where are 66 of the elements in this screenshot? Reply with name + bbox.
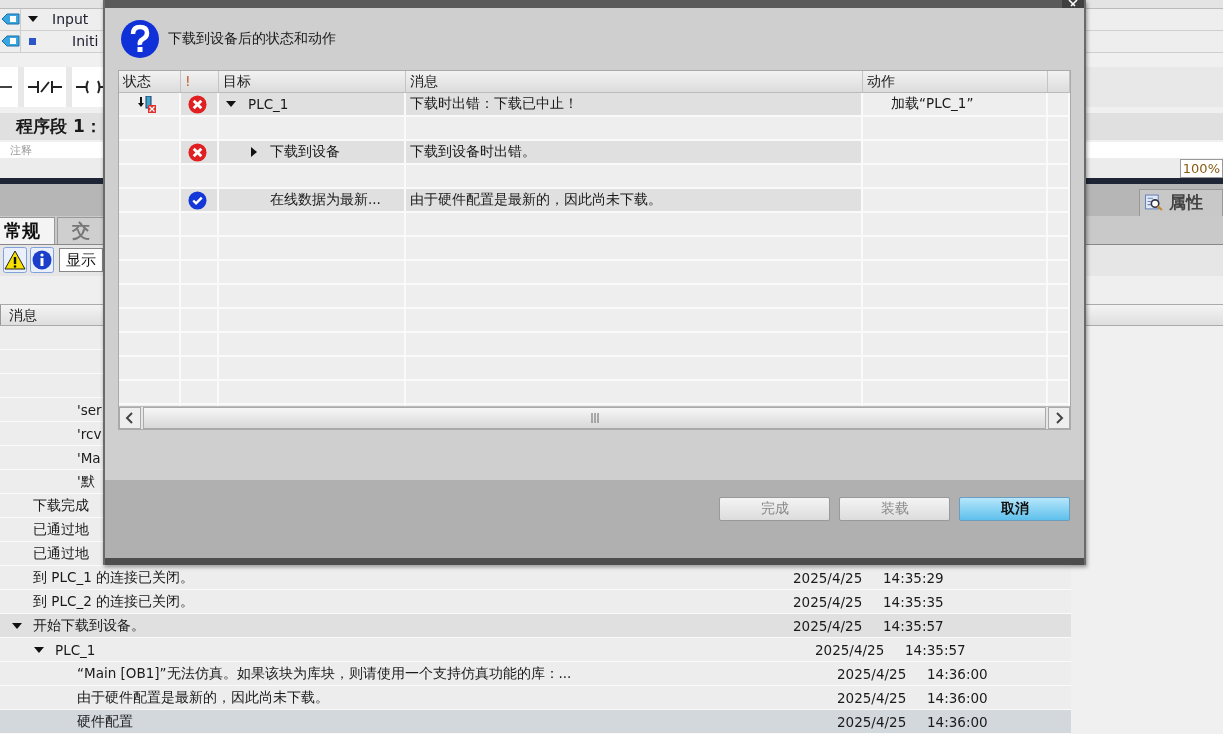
log-message: 硬件配置 <box>77 712 133 731</box>
log-message: 已通过地 <box>33 520 89 539</box>
log-time: 14:36:00 <box>927 689 988 706</box>
log-time: 14:36:00 <box>927 665 988 682</box>
question-icon <box>120 19 160 59</box>
log-time: 14:35:57 <box>883 617 944 634</box>
log-message: 'rcv <box>77 425 102 442</box>
log-time: 14:35:57 <box>905 641 966 658</box>
info-icon[interactable] <box>30 247 54 274</box>
zoom-field[interactable]: 100% <box>1179 159 1223 179</box>
result-message: 下载时出错：下载已中止！ <box>409 95 578 113</box>
log-date: 2025/4/25 <box>793 617 863 634</box>
log-message: 下载完成 <box>33 496 89 515</box>
caret-down-icon[interactable] <box>28 16 38 23</box>
caret-down-icon[interactable] <box>34 646 44 653</box>
column-header[interactable]: 状态 <box>119 71 181 92</box>
log-date: 2025/4/25 <box>793 593 863 610</box>
tag-icon <box>1 34 20 49</box>
log-message: '默 <box>77 472 95 491</box>
log-message: “Main [OB1]”无法仿真。如果该块为库块，则请使用一个支持仿真功能的库：... <box>77 664 572 683</box>
dialog-heading: 下载到设备后的状态和动作 <box>168 30 336 48</box>
log-date: 2025/4/25 <box>837 665 907 682</box>
result-message: 由于硬件配置是最新的，因此尚未下载。 <box>409 191 662 209</box>
tab[interactable]: 常规 <box>0 216 55 244</box>
dialog-button[interactable]: 取消 <box>959 497 1070 521</box>
log-message: 到 PLC_1 的连接已关闭。 <box>33 568 194 587</box>
log-message: 'Ma <box>77 449 101 466</box>
log-row[interactable]: 硬件配置 2025/4/25 14:36:00 <box>0 710 1071 734</box>
log-date: 2025/4/25 <box>837 713 907 730</box>
normally-closed-contact-icon[interactable] <box>28 79 62 94</box>
interface-name: Input <box>52 11 89 28</box>
show-button[interactable]: 显示 <box>59 248 103 273</box>
target-name: 下载到设备 <box>270 143 340 161</box>
column-header[interactable]: 消息 <box>406 71 863 92</box>
magnifier-icon <box>1144 194 1164 212</box>
log-message: 已通过地 <box>33 544 89 563</box>
column-header[interactable]: ! <box>181 71 219 92</box>
log-time: 14:35:35 <box>883 593 944 610</box>
log-row[interactable]: 开始下载到设备。 2025/4/25 14:35:57 <box>0 614 1071 638</box>
action-text[interactable]: 加载“PLC_1” <box>863 95 974 113</box>
scroll-right-icon[interactable] <box>1048 407 1070 429</box>
log-time: 14:35:29 <box>883 569 944 586</box>
log-time: 14:36:00 <box>927 713 988 730</box>
interface-name: Initi <box>72 33 99 50</box>
tag-icon <box>1 12 20 27</box>
warning-icon[interactable] <box>3 247 27 274</box>
log-date: 2025/4/25 <box>793 569 863 586</box>
target-name: PLC_1 <box>248 96 289 112</box>
result-message: 下载到设备时出错。 <box>409 143 536 161</box>
log-date: 2025/4/25 <box>815 641 885 658</box>
log-message: 开始下载到设备。 <box>33 616 145 635</box>
log-date: 2025/4/25 <box>837 689 907 706</box>
column-header[interactable]: 目标 <box>219 71 406 92</box>
log-message: 到 PLC_2 的连接已关闭。 <box>33 592 194 611</box>
caret-down-icon[interactable] <box>12 622 22 629</box>
scroll-left-icon[interactable] <box>119 407 141 429</box>
caret-down-icon[interactable] <box>226 101 236 107</box>
target-name: 在线数据为最新... <box>270 191 381 209</box>
log-message: 'ser <box>77 401 102 418</box>
properties-tab[interactable]: 属性 <box>1139 188 1223 216</box>
column-header[interactable]: 动作 <box>863 71 1048 92</box>
close-icon[interactable] <box>1062 0 1084 8</box>
log-message: 由于硬件配置是最新的，因此尚未下载。 <box>77 688 329 707</box>
log-message: PLC_1 <box>55 641 96 658</box>
caret-right-icon[interactable] <box>251 147 257 157</box>
network-title: 程序段 1： <box>16 114 102 138</box>
